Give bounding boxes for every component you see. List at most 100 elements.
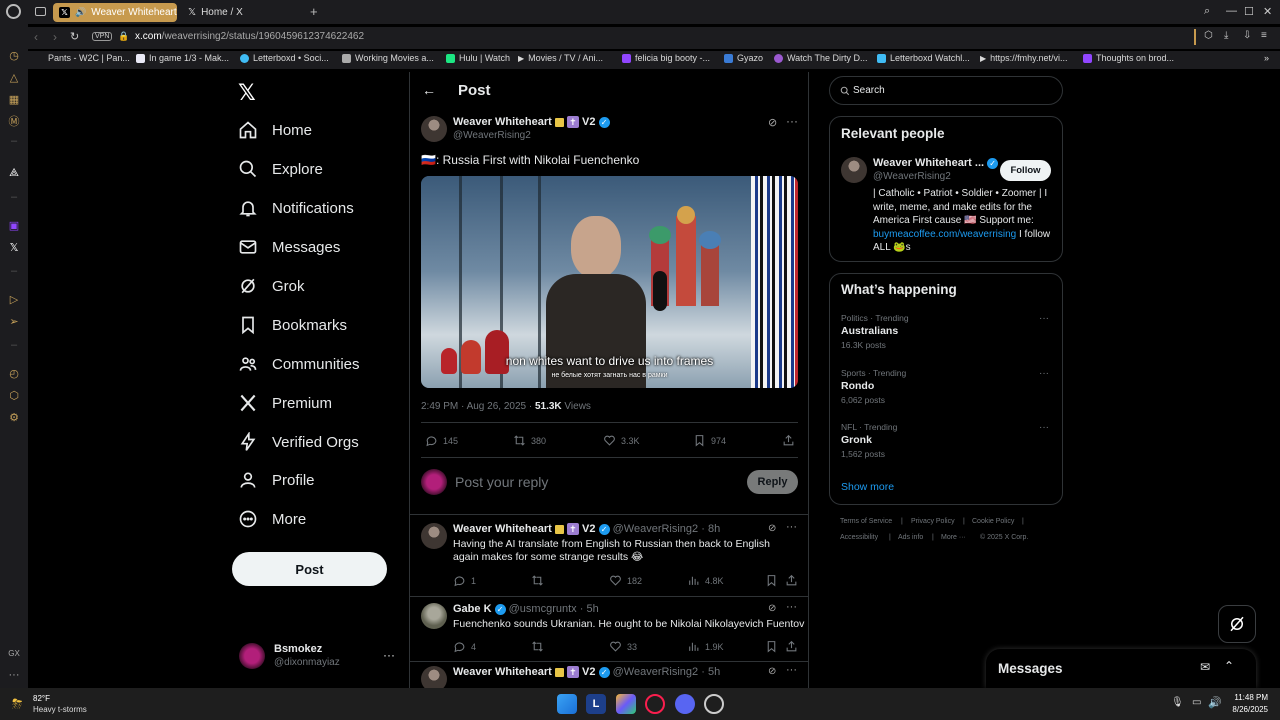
trend-more-icon[interactable]: ···: [1039, 422, 1049, 433]
download-icon[interactable]: ⇩: [1243, 30, 1251, 41]
discord-icon[interactable]: [675, 694, 695, 714]
search-input[interactable]: Search: [853, 85, 885, 96]
new-tab-button[interactable]: +: [310, 4, 318, 19]
trend-more-icon[interactable]: ···: [1039, 368, 1049, 379]
author-handle[interactable]: @WeaverRising2: [613, 666, 699, 678]
account-more-icon[interactable]: ···: [383, 648, 395, 662]
follow-button[interactable]: Follow: [1000, 160, 1051, 181]
avatar[interactable]: [421, 666, 447, 688]
minimize-button[interactable]: —: [1226, 5, 1237, 17]
bio-link[interactable]: buymeacoffee.com/weaverrising: [873, 229, 1016, 240]
author-name[interactable]: Gabe K: [453, 603, 492, 615]
extensions-icon[interactable]: ⬡: [7, 388, 21, 402]
microphone-icon[interactable]: 🎙: [1171, 697, 1184, 708]
share-action[interactable]: [782, 434, 795, 447]
maximize-button[interactable]: ☐: [1244, 5, 1254, 18]
trend-item[interactable]: Sports · Trending Rondo 6,062 posts ···: [841, 368, 1053, 405]
avatar[interactable]: [421, 523, 447, 549]
avatar[interactable]: [421, 603, 447, 629]
tab-weaver-whiteheart[interactable]: 𝕏 🔊 Weaver Whiteheart: [53, 3, 177, 22]
footer-link[interactable]: Accessibility: [840, 534, 878, 541]
views-action[interactable]: 4.8K: [687, 574, 724, 587]
post-button[interactable]: Post: [232, 552, 387, 586]
bookmark-item[interactable]: Working Movies a...: [342, 53, 434, 63]
reply-button[interactable]: Reply: [747, 470, 798, 494]
author-name[interactable]: Weaver Whiteheart: [453, 666, 552, 678]
player-icon[interactable]: ▷: [7, 292, 21, 306]
lock-icon[interactable]: 🔒: [118, 31, 129, 42]
account-switcher[interactable]: Bsmokez @dixonmayiaz ···: [238, 640, 398, 672]
send-icon[interactable]: ➢: [7, 314, 21, 328]
more-icon[interactable]: ···: [7, 668, 21, 682]
footer-link[interactable]: More ···: [941, 534, 966, 541]
forward-icon[interactable]: ›: [53, 30, 57, 44]
close-window-button[interactable]: ✕: [1263, 5, 1272, 18]
weather-icon[interactable]: ⛈: [12, 696, 22, 712]
reply-time[interactable]: · 5h: [701, 666, 720, 678]
like-action[interactable]: 33: [609, 640, 637, 653]
like-action[interactable]: 3.3K: [603, 434, 640, 447]
repost-action[interactable]: [531, 640, 544, 653]
reply-post[interactable]: Weaver Whiteheart ✝ V2 ✓ @WeaverRising2 …: [410, 662, 808, 688]
tab-home-x[interactable]: 𝕏 Home / X: [182, 3, 302, 22]
nav-verified-orgs[interactable]: Verified Orgs: [238, 432, 359, 452]
steam-icon[interactable]: [704, 694, 724, 714]
tab-islands-icon[interactable]: [35, 7, 46, 16]
x-logo-icon[interactable]: 𝕏: [238, 80, 256, 106]
reply-post[interactable]: Gabe K ✓ @usmcgruntx · 5h ⊘ ··· Fuenchen…: [410, 597, 808, 662]
weather-temp[interactable]: 82°F: [33, 694, 50, 703]
opera-logo-icon[interactable]: [6, 4, 21, 19]
speed-dial-icon[interactable]: ◷: [7, 48, 21, 62]
footer-link[interactable]: Cookie Policy: [972, 518, 1014, 525]
new-message-icon[interactable]: ✉: [1200, 660, 1210, 674]
expand-icon[interactable]: ⌃: [1224, 659, 1234, 673]
more-options-icon[interactable]: ···: [786, 601, 797, 613]
start-button-icon[interactable]: [557, 694, 577, 714]
footer-link[interactable]: Terms of Service: [840, 518, 892, 525]
footer-link[interactable]: Ads info: [898, 534, 923, 541]
avatar[interactable]: [421, 116, 447, 142]
person-name-row[interactable]: Weaver Whiteheart ... ✓: [873, 157, 999, 169]
more-options-icon[interactable]: ···: [786, 114, 798, 128]
back-icon[interactable]: ‹: [34, 30, 38, 44]
network-icon[interactable]: ▭: [1192, 697, 1201, 708]
reply-action[interactable]: 145: [425, 434, 458, 447]
like-action[interactable]: 182: [609, 574, 642, 587]
menu-icon[interactable]: ≡: [1261, 30, 1267, 41]
footer-link[interactable]: Privacy Policy: [911, 518, 955, 525]
more-options-icon[interactable]: ···: [786, 521, 797, 533]
back-arrow-icon[interactable]: ←: [422, 82, 436, 98]
vpn-badge[interactable]: VPN: [92, 32, 113, 41]
nav-home[interactable]: Home: [238, 120, 312, 140]
messages-drawer[interactable]: Messages ✉ ⌃: [986, 649, 1256, 688]
twitch-icon[interactable]: ▣: [7, 218, 21, 232]
grok-explain-icon[interactable]: ⊘: [768, 666, 776, 677]
tweet-video[interactable]: non whites want to drive us into frames …: [421, 176, 798, 388]
messenger-icon[interactable]: Ⓜ: [7, 114, 21, 128]
author-handle[interactable]: @WeaverRising2: [613, 523, 699, 535]
copilot-icon[interactable]: [616, 694, 636, 714]
tweet-timestamp[interactable]: 2:49 PM · Aug 26, 2025 ·: [421, 401, 535, 412]
share-action[interactable]: [785, 574, 798, 587]
nav-communities[interactable]: Communities: [238, 354, 360, 374]
clock-date[interactable]: 8/26/2025: [1226, 705, 1268, 714]
grok-floating-button[interactable]: [1218, 605, 1256, 643]
more-options-icon[interactable]: ···: [786, 664, 797, 676]
search-tabs-icon[interactable]: ⌕: [1204, 5, 1210, 18]
trend-item[interactable]: NFL · Trending Gronk 1,562 posts ···: [841, 422, 1053, 459]
grok-explain-icon[interactable]: ⊘: [768, 603, 776, 614]
nav-explore[interactable]: Explore: [238, 159, 323, 179]
reply-time[interactable]: · 5h: [580, 603, 599, 615]
bookmark-item[interactable]: Pants - W2C | Pan...: [48, 53, 130, 63]
weather-desc[interactable]: Heavy t-storms: [33, 705, 87, 714]
bookmark-item[interactable]: Thoughts on brod...: [1083, 53, 1174, 63]
nav-profile[interactable]: Profile: [238, 470, 315, 490]
bookmark-item[interactable]: In game 1/3 - Mak...: [136, 53, 229, 63]
share-action[interactable]: [785, 640, 798, 653]
history-icon[interactable]: ◴: [7, 366, 21, 380]
trend-item[interactable]: Politics · Trending Australians 16.3K po…: [841, 313, 1053, 350]
person-handle[interactable]: @WeaverRising2: [873, 171, 951, 182]
nav-grok[interactable]: Grok: [238, 276, 305, 296]
nav-bookmarks[interactable]: Bookmarks: [238, 315, 347, 335]
bookmark-item[interactable]: ▶ Movies / TV / Ani...: [518, 53, 603, 63]
